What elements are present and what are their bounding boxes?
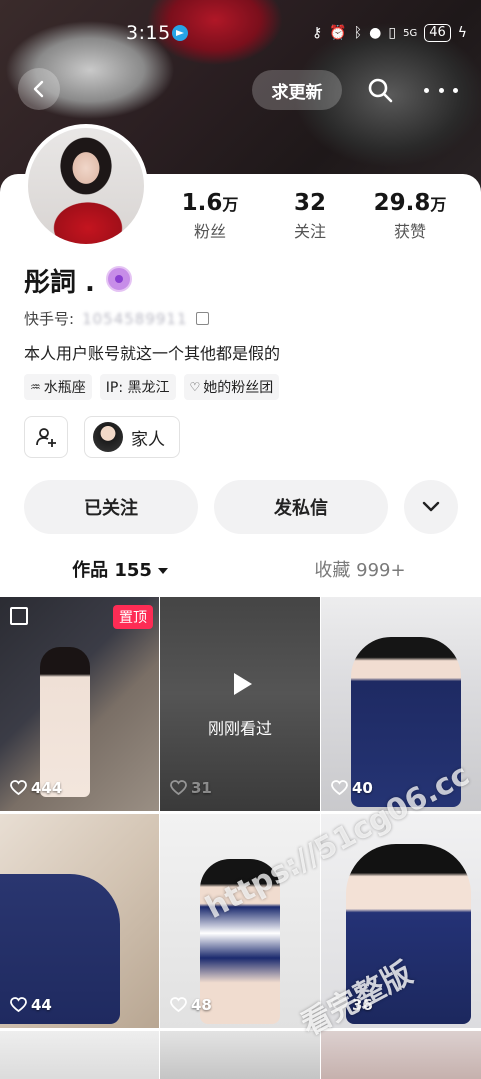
work-item[interactable]: 刚刚看过 31 <box>160 597 320 811</box>
stat-likes[interactable]: 29.8万 获赞 <box>360 190 460 242</box>
pinned-badge: 置顶 <box>113 605 153 629</box>
profile-tags: ♒ 水瓶座 IP: 黑龙江 ♡ 她的粉丝团 <box>24 374 280 400</box>
stat-fans[interactable]: 1.6万 粉丝 <box>160 190 260 242</box>
status-icons: ⚷ ⏰ ᛒ ● ▯ 5G 46 ϟ <box>312 24 467 42</box>
stat-fans-num: 1.6 <box>181 190 223 216</box>
stat-following[interactable]: 32 关注 <box>260 190 360 242</box>
work-item[interactable] <box>0 1031 159 1079</box>
heart-icon <box>331 780 348 796</box>
work-item[interactable]: 40 <box>321 597 481 811</box>
avatar[interactable] <box>24 124 148 248</box>
stat-likes-unit: 万 <box>430 195 447 214</box>
zodiac-icon: ♒ <box>30 380 41 394</box>
chevron-down-icon <box>422 501 440 512</box>
like-count: 48 <box>170 996 212 1014</box>
stat-following-label: 关注 <box>293 222 326 241</box>
location-icon: ● <box>369 25 382 41</box>
family-avatar <box>93 422 123 452</box>
like-count: 44 <box>10 996 52 1014</box>
tag-fan-club[interactable]: ♡ 她的粉丝团 <box>183 374 280 400</box>
work-item[interactable]: 置顶 444 <box>0 597 159 811</box>
action-row: 已关注 发私信 <box>24 480 458 534</box>
like-count: 40 <box>331 779 373 797</box>
image-icon <box>10 607 28 625</box>
profile-bio: 本人用户账号就这一个其他都是假的 <box>24 344 281 363</box>
telegram-icon <box>172 25 188 41</box>
tag-zodiac[interactable]: ♒ 水瓶座 <box>24 374 92 400</box>
message-button[interactable]: 发私信 <box>214 480 388 534</box>
dot-icon <box>453 87 458 93</box>
heart-icon <box>170 997 187 1013</box>
followed-button[interactable]: 已关注 <box>24 480 198 534</box>
content-tabs: 作品 155 收藏 999+ <box>0 556 481 586</box>
expand-button[interactable] <box>404 480 458 534</box>
tag-ip: IP: 黑龙江 <box>99 374 176 400</box>
stat-fans-unit: 万 <box>222 195 239 214</box>
like-count: 444 <box>10 779 62 797</box>
stats-row: 1.6万 粉丝 32 关注 29.8万 获赞 <box>160 190 460 242</box>
charging-icon: ϟ <box>457 25 467 41</box>
work-item[interactable] <box>160 1031 320 1079</box>
dot-icon <box>424 87 429 93</box>
stat-following-num: 32 <box>293 190 326 216</box>
work-item[interactable]: 44 <box>0 814 159 1028</box>
kuaishou-id-row: 快手号: 1054589911 <box>24 308 209 329</box>
dot-icon <box>438 87 444 93</box>
family-label: 家人 <box>131 429 165 450</box>
key-icon: ⚷ <box>312 25 323 41</box>
watched-label: 刚刚看过 <box>207 719 272 738</box>
caret-down-icon <box>157 568 168 574</box>
battery-icon: 46 <box>424 24 451 42</box>
heart-icon <box>170 780 187 796</box>
search-icon[interactable] <box>366 76 394 104</box>
alarm-icon: ⏰ <box>329 25 347 41</box>
stat-fans-label: 粉丝 <box>193 222 226 241</box>
more-button[interactable] <box>424 78 458 102</box>
stat-likes-label: 获赞 <box>393 222 426 241</box>
stat-likes-num: 29.8 <box>373 190 431 216</box>
add-friend-button[interactable] <box>24 416 68 458</box>
profile-name: 彤詞 . <box>24 268 95 298</box>
kuaishou-id-label: 快手号: <box>24 310 75 328</box>
work-item[interactable]: 48 <box>160 814 320 1028</box>
work-item[interactable] <box>321 1031 481 1079</box>
ask-update-button[interactable]: 求更新 <box>252 70 342 110</box>
heart-icon: ♡ <box>189 380 201 394</box>
like-count: 31 <box>170 779 212 797</box>
copy-icon[interactable] <box>195 312 209 325</box>
bluetooth-icon: ᛒ <box>353 25 363 41</box>
tab-works[interactable]: 作品 155 <box>0 556 240 586</box>
family-button[interactable]: 家人 <box>84 416 180 458</box>
status-bar: 3:15 ⚷ ⏰ ᛒ ● ▯ 5G 46 ϟ <box>0 22 481 50</box>
kuaishou-id-value: 1054589911 <box>82 309 188 328</box>
fan-badge-icon[interactable] <box>106 266 132 292</box>
play-icon <box>234 673 252 695</box>
profile-page: 3:15 ⚷ ⏰ ᛒ ● ▯ 5G 46 ϟ 求更新 1.6万 粉丝 32 关注… <box>0 0 481 1079</box>
signal-icon: 5G <box>403 27 418 39</box>
works-grid: 置顶 444 刚刚看过 31 40 44 48 36 <box>0 597 481 1079</box>
add-user-icon <box>36 428 56 447</box>
heart-icon <box>10 780 27 796</box>
status-time: 3:15 <box>126 22 171 44</box>
back-button[interactable] <box>18 68 60 110</box>
vibrate-icon: ▯ <box>388 25 397 41</box>
chevron-left-icon <box>33 80 44 98</box>
tab-collections[interactable]: 收藏 999+ <box>240 556 480 586</box>
heart-icon <box>10 997 27 1013</box>
